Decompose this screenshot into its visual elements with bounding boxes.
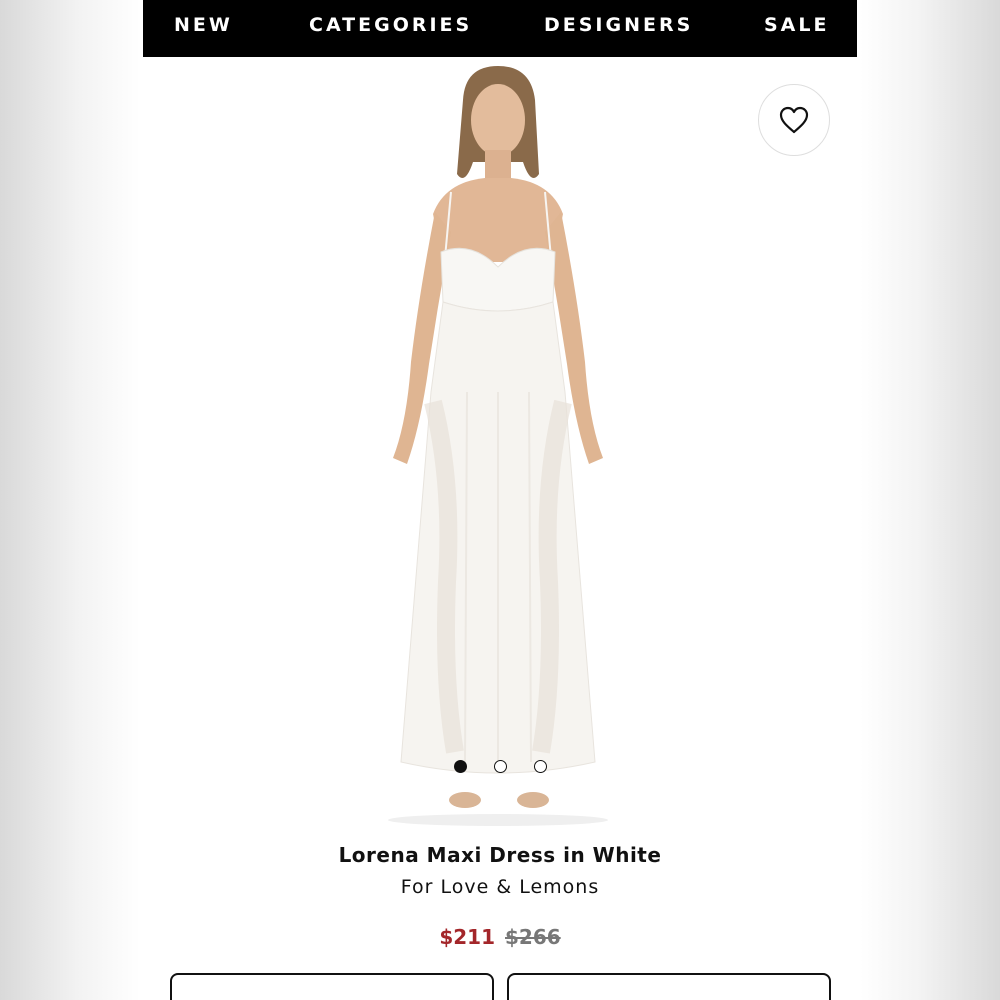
nav-designers[interactable]: DESIGNERS bbox=[544, 14, 693, 36]
gallery-pagination bbox=[451, 760, 561, 774]
gallery-dot[interactable] bbox=[454, 760, 467, 773]
nav-sale[interactable]: SALE bbox=[764, 14, 829, 36]
product-title: Lorena Maxi Dress in White bbox=[338, 843, 662, 867]
option-button-right[interactable] bbox=[507, 973, 831, 1000]
product-brand-link[interactable]: For Love & Lemons bbox=[143, 876, 857, 898]
product-image[interactable] bbox=[363, 62, 633, 832]
wishlist-button[interactable] bbox=[758, 84, 830, 156]
top-navigation: NEW CATEGORIES DESIGNERS SALE bbox=[143, 0, 857, 57]
sale-price: $211 bbox=[439, 925, 495, 949]
product-page: NEW CATEGORIES DESIGNERS SALE Lorena Max… bbox=[143, 0, 857, 1000]
nav-categories[interactable]: CATEGORIES bbox=[309, 14, 472, 36]
price-row: $211 $266 bbox=[143, 925, 857, 949]
heart-icon bbox=[779, 106, 809, 134]
nav-new[interactable]: NEW bbox=[174, 14, 233, 36]
original-price: $266 bbox=[505, 925, 561, 949]
gallery-dot[interactable] bbox=[494, 760, 507, 773]
gallery-dot[interactable] bbox=[534, 760, 547, 773]
option-button-left[interactable] bbox=[170, 973, 494, 1000]
